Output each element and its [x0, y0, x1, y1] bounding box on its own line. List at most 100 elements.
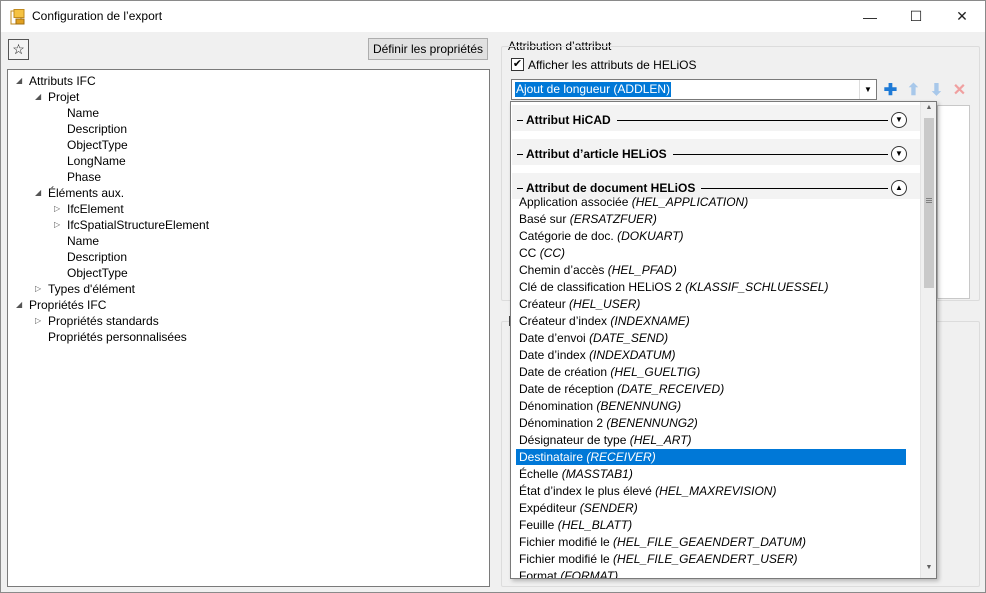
collapsed-triangle-icon[interactable]: ▷: [35, 281, 45, 297]
dropdown-item[interactable]: Désignateur de type (HEL_ART): [516, 432, 906, 448]
tree-node-label: IfcSpatialStructureElement: [67, 218, 210, 232]
item-code: (HEL_FILE_GEAENDERT_USER): [613, 552, 798, 566]
minimize-button[interactable]: —: [847, 1, 893, 32]
item-code: (FORMAT): [560, 569, 619, 579]
dropdown-item[interactable]: Basé sur (ERSATZFUER): [516, 211, 906, 227]
ifc-attribute-tree[interactable]: ◢ Attributs IFC ◢ Projet Name Description Obje…: [7, 69, 490, 587]
dropdown-item[interactable]: État d’index le plus élevé (HEL_MAXREVIS…: [516, 483, 906, 499]
dropdown-item[interactable]: Expéditeur (SENDER): [516, 500, 906, 516]
item-name: Dénomination 2: [519, 416, 604, 430]
section-rule: [517, 188, 523, 189]
define-properties-button[interactable]: Définir les propriétés: [368, 38, 488, 60]
dropdown-section-header[interactable]: Attribut d’article HELiOS ▼: [512, 139, 920, 165]
item-name: Expéditeur: [519, 501, 577, 515]
dropdown-section-header[interactable]: Attribut HiCAD ▼: [512, 105, 920, 131]
move-down-button[interactable]: ⬇: [926, 79, 947, 100]
attribute-combo-value: Ajout de longueur (ADDLEN): [515, 82, 672, 97]
collapsed-triangle-icon[interactable]: ▷: [54, 217, 64, 233]
export-config-window: Configuration de l’export — ☐ ✕ ☆ Défini…: [0, 0, 986, 593]
dropdown-item[interactable]: Date d’envoi (DATE_SEND): [516, 330, 906, 346]
item-code: (DOKUART): [617, 229, 684, 243]
item-name: Dénomination: [519, 399, 594, 413]
dropdown-item[interactable]: Application associée (HEL_APPLICATION): [516, 194, 906, 210]
section-rule: [517, 120, 523, 121]
tree-node-label: Éléments aux.: [48, 186, 125, 200]
tree-node-label: LongName: [67, 154, 126, 168]
item-code: (DATE_RECEIVED): [617, 382, 725, 396]
chevron-down-icon: ▼: [864, 85, 872, 94]
dropdown-item[interactable]: Chemin d’accès (HEL_PFAD): [516, 262, 906, 278]
item-name: Créateur: [519, 297, 566, 311]
expanded-triangle-icon[interactable]: ◢: [35, 89, 45, 105]
item-name: Fichier modifié le: [519, 552, 610, 566]
item-name: Fichier modifié le: [519, 535, 610, 549]
dropdown-item[interactable]: Fichier modifié le (HEL_FILE_GEAENDERT_D…: [516, 534, 906, 550]
dropdown-item[interactable]: Date d’index (INDEXDATUM): [516, 347, 906, 363]
show-helios-checkbox[interactable]: ✔: [511, 58, 524, 71]
item-name: Créateur d’index: [519, 314, 608, 328]
app-icon: [10, 9, 25, 25]
dropdown-item[interactable]: Créateur (HEL_USER): [516, 296, 906, 312]
expand-chevron-icon[interactable]: ▼: [891, 112, 907, 128]
attribute-dropdown-list[interactable]: ▲ ▼ Attribut HiCAD ▼ Attribut d’article HE…: [510, 101, 937, 579]
item-code: (BENENNUNG): [596, 399, 682, 413]
scroll-thumb[interactable]: [924, 118, 934, 288]
scroll-down-icon[interactable]: ▼: [921, 564, 936, 576]
dropdown-item[interactable]: Date de réception (DATE_RECEIVED): [516, 381, 906, 397]
dropdown-item[interactable]: Format (FORMAT): [516, 568, 906, 579]
item-code: (HEL_PFAD): [607, 263, 677, 277]
tree-node-label: Propriétés IFC: [29, 298, 107, 312]
delete-attribute-button[interactable]: ✕: [949, 79, 970, 100]
dropdown-item[interactable]: Dénomination (BENENNUNG): [516, 398, 906, 414]
attribute-combo[interactable]: Ajout de longueur (ADDLEN) ▼: [511, 79, 877, 100]
item-name: Date d’envoi: [519, 331, 586, 345]
item-code: (MASSTAB1): [561, 467, 633, 481]
item-code: (CC): [539, 246, 566, 260]
tree-node-label: Description: [67, 250, 128, 264]
dropdown-item[interactable]: CC (CC): [516, 245, 906, 261]
dropdown-item[interactable]: Destinataire (RECEIVER): [516, 449, 906, 465]
maximize-button[interactable]: ☐: [893, 1, 939, 32]
assigned-attributes-list[interactable]: [937, 105, 970, 299]
dropdown-item[interactable]: Date de création (HEL_GUELTIG): [516, 364, 906, 380]
combo-dropdown-button[interactable]: ▼: [859, 80, 876, 99]
item-code: (HEL_APPLICATION): [631, 195, 749, 209]
expand-chevron-icon[interactable]: ▼: [891, 146, 907, 162]
scroll-up-icon[interactable]: ▲: [921, 104, 936, 116]
dropdown-item[interactable]: Clé de classification HELiOS 2 (KLASSIF_…: [516, 279, 906, 295]
item-name: Échelle: [519, 467, 559, 481]
item-code: (HEL_GUELTIG): [610, 365, 701, 379]
delete-x-icon: ✕: [952, 81, 967, 99]
item-code: (HEL_FILE_GEAENDERT_DATUM): [613, 535, 806, 549]
window-title: Configuration de l’export: [32, 9, 163, 23]
item-name: Date de réception: [519, 382, 614, 396]
item-code: (HEL_ART): [629, 433, 692, 447]
item-name: Feuille: [519, 518, 555, 532]
move-up-button[interactable]: ⬆: [903, 79, 924, 100]
add-attribute-button[interactable]: ✚: [880, 79, 901, 100]
favorites-button[interactable]: ☆: [8, 39, 29, 60]
item-name: Date d’index: [519, 348, 586, 362]
dropdown-item[interactable]: Échelle (MASSTAB1): [516, 466, 906, 482]
expanded-triangle-icon[interactable]: ◢: [16, 297, 26, 313]
expanded-triangle-icon[interactable]: ◢: [35, 185, 45, 201]
item-code: (HEL_MAXREVISION): [655, 484, 777, 498]
dropdown-scrollbar[interactable]: ▲ ▼: [920, 102, 936, 578]
arrow-down-icon: ⬇: [929, 81, 944, 99]
dropdown-item[interactable]: Catégorie de doc. (DOKUART): [516, 228, 906, 244]
item-code: (BENENNUNG2): [606, 416, 698, 430]
dropdown-item[interactable]: Fichier modifié le (HEL_FILE_GEAENDERT_U…: [516, 551, 906, 567]
section-rule: [673, 154, 888, 155]
tree-node-label: ObjectType: [67, 266, 128, 280]
section-rule: [617, 120, 888, 121]
collapsed-triangle-icon[interactable]: ▷: [35, 313, 45, 329]
dropdown-item[interactable]: Dénomination 2 (BENENNUNG2): [516, 415, 906, 431]
section-title: Attribut d’article HELiOS: [526, 147, 671, 161]
expanded-triangle-icon[interactable]: ◢: [16, 73, 26, 89]
item-name: Chemin d’accès: [519, 263, 605, 277]
dropdown-item[interactable]: Feuille (HEL_BLATT): [516, 517, 906, 533]
minimize-icon: —: [863, 8, 877, 25]
dropdown-item[interactable]: Créateur d’index (INDEXNAME): [516, 313, 906, 329]
collapsed-triangle-icon[interactable]: ▷: [54, 201, 64, 217]
close-button[interactable]: ✕: [939, 1, 985, 32]
